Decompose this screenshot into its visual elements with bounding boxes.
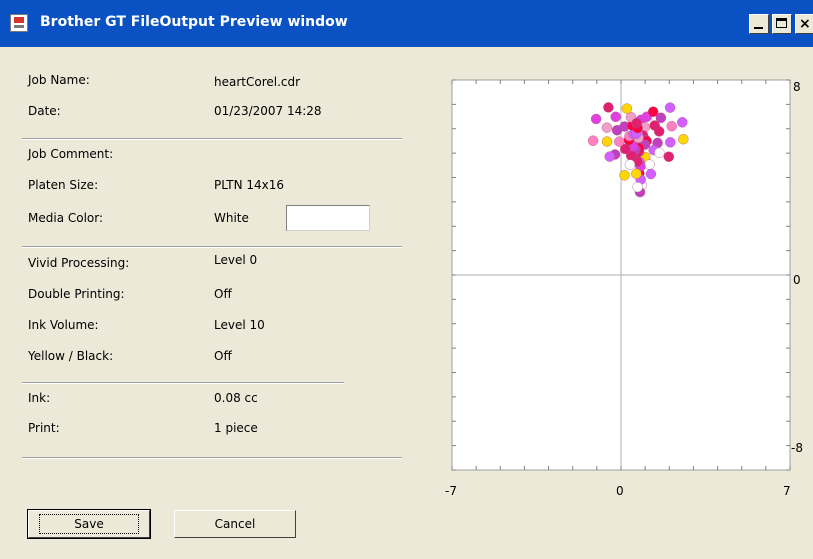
heart-dot (587, 135, 599, 146)
ink-volume-label: Ink Volume: (28, 318, 99, 332)
vivid-processing-value: Level 0 (214, 253, 258, 267)
minimize-button[interactable] (749, 14, 769, 34)
vivid-processing-label: Vivid Processing: (28, 256, 130, 270)
heart-dot (604, 151, 615, 162)
job-name-label: Job Name: (28, 73, 90, 87)
separator-3 (22, 382, 344, 384)
yellow-black-value: Off (214, 349, 232, 363)
heart-dot (624, 159, 636, 170)
separator-4 (22, 457, 402, 459)
preview-canvas (451, 79, 791, 471)
heart-dot (664, 102, 676, 113)
close-icon: × (799, 16, 811, 32)
date-value: 01/23/2007 14:28 (214, 104, 322, 118)
media-color-value: White (214, 211, 249, 225)
heart-dot (654, 147, 665, 159)
ink-value: 0.08 cc (214, 391, 258, 405)
heart-dot (663, 151, 675, 162)
heart-dot (677, 117, 688, 128)
heart-dot (655, 112, 667, 123)
double-printing-value: Off (214, 287, 232, 301)
ink-volume-value: Level 10 (214, 318, 265, 332)
platen-size-value: PLTN 14x16 (214, 178, 285, 192)
cancel-button[interactable]: Cancel (174, 510, 296, 538)
double-printing-label: Double Printing: (28, 287, 125, 301)
job-comment-label: Job Comment: (28, 147, 114, 161)
save-button-label: Save (39, 514, 139, 534)
date-label: Date: (28, 104, 61, 118)
separator-1 (22, 138, 402, 140)
heart-dot (614, 136, 625, 147)
heart-dot (631, 118, 642, 129)
heart-dot (601, 122, 613, 133)
close-button[interactable]: × (795, 14, 813, 34)
yellow-black-label: Yellow / Black: (28, 349, 114, 363)
save-button[interactable]: Save (27, 509, 151, 539)
heart-dot (644, 159, 655, 170)
heart-dot (666, 121, 677, 132)
x-tick-min: -7 (445, 484, 457, 498)
print-label: Print: (28, 421, 60, 435)
x-tick-max: 7 (783, 484, 791, 498)
separator-2 (22, 246, 402, 248)
ink-label: Ink: (28, 391, 51, 405)
maximize-button[interactable] (772, 14, 792, 34)
heart-dot (619, 170, 630, 181)
window-title: Brother GT FileOutput Preview window (40, 14, 348, 30)
heart-dot (621, 103, 633, 114)
platen-size-label: Platen Size: (28, 178, 99, 192)
print-preview: -7 0 7 8 0 -8 (430, 70, 813, 510)
heart-dot (631, 168, 642, 179)
heart-dot (665, 137, 676, 148)
media-color-swatch (286, 205, 370, 231)
title-bar[interactable]: Brother GT FileOutput Preview window × (0, 0, 813, 47)
heart-dot (590, 113, 602, 125)
heart-dot (601, 136, 613, 147)
heart-dot (678, 133, 689, 145)
x-tick-zero: 0 (616, 484, 624, 498)
media-color-label: Media Color: (28, 211, 104, 225)
heart-dot (632, 181, 643, 193)
print-value: 1 piece (214, 421, 258, 435)
heart-dot (610, 111, 621, 122)
heart-dot (603, 102, 614, 113)
y-tick-max: 8 (793, 80, 801, 94)
y-tick-min: -8 (791, 441, 803, 455)
job-name-value: heartCorel.cdr (214, 75, 301, 89)
app-icon (10, 14, 28, 32)
heart-dot (653, 126, 665, 137)
heart-dot (645, 168, 657, 180)
y-tick-zero: 0 (793, 273, 801, 287)
